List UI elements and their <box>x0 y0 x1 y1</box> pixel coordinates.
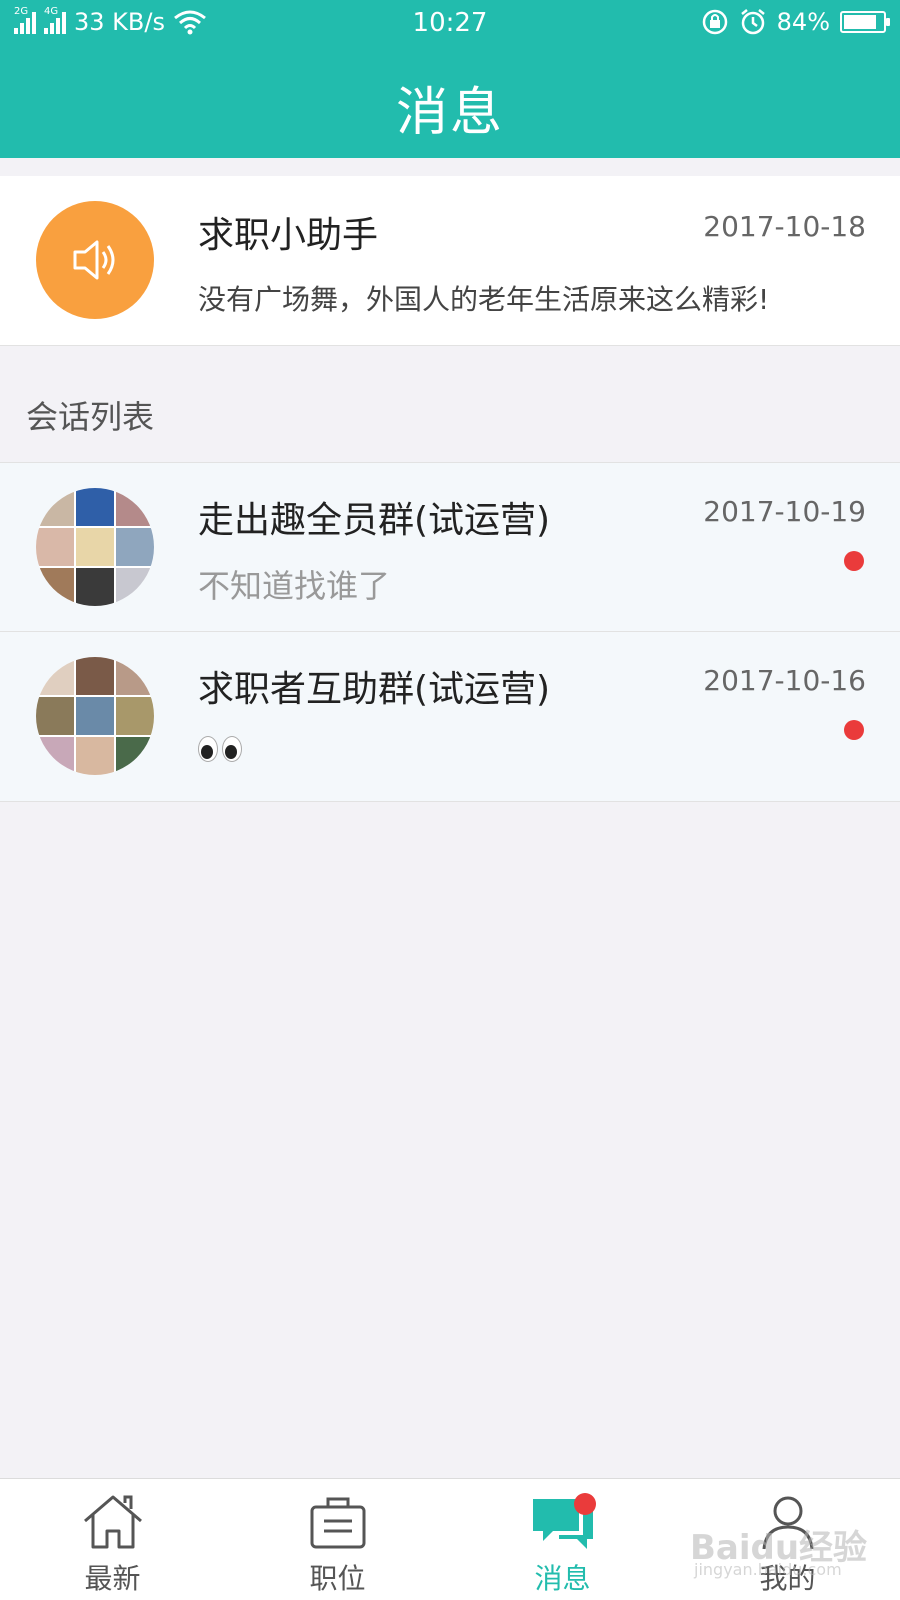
group-avatar <box>36 657 154 775</box>
assistant-date: 2017-10-18 <box>703 210 866 243</box>
group-avatar <box>36 488 154 606</box>
assistant-avatar <box>36 201 154 319</box>
unread-dot <box>844 720 864 740</box>
nav-item-messages[interactable]: 消息 <box>450 1479 675 1600</box>
nav-item-latest[interactable]: 最新 <box>0 1479 225 1600</box>
conversation-name: 求职者互助群(试运营) <box>198 669 551 710</box>
section-label: 会话列表 <box>26 398 155 436</box>
page-title: 消息 <box>395 83 504 143</box>
top-bar: 2G 4G 33 KB/s 10:27 84% 消息 <box>0 0 900 158</box>
message-badge <box>574 1493 596 1515</box>
conversation-date: 2017-10-16 <box>703 664 866 697</box>
nav-label: 职位 <box>309 1562 366 1595</box>
assistant-preview: 没有广场舞，外国人的老年生活原来这么精彩! <box>198 283 770 316</box>
conversation-row[interactable]: 求职者互助群(试运营) 2017-10-16 <box>0 632 900 802</box>
conversation-name: 走出趣全员群(试运营) <box>198 500 551 541</box>
rotation-lock-icon <box>702 9 727 35</box>
alarm-icon <box>740 9 765 35</box>
unread-dot <box>844 551 864 571</box>
status-bar: 2G 4G 33 KB/s 10:27 84% <box>0 0 900 46</box>
watermark-url: jingyan.baidu.com <box>694 1560 842 1579</box>
nav-label: 消息 <box>534 1562 591 1595</box>
home-icon <box>83 1495 142 1549</box>
assistant-name: 求职小助手 <box>198 215 379 256</box>
battery-icon <box>840 11 890 33</box>
conversation-date: 2017-10-19 <box>703 495 866 528</box>
briefcase-icon <box>310 1497 365 1549</box>
conversation-preview: 不知道找谁了 <box>198 567 391 605</box>
battery-percent: 84% <box>776 8 830 36</box>
assistant-row[interactable]: 求职小助手 2017-10-18 没有广场舞，外国人的老年生活原来这么精彩! <box>0 176 900 346</box>
eyes-emoji-icon <box>198 736 242 762</box>
nav-item-jobs[interactable]: 职位 <box>225 1479 450 1600</box>
nav-label: 最新 <box>84 1562 141 1595</box>
conversation-row[interactable]: 走出趣全员群(试运营) 2017-10-19 不知道找谁了 <box>0 462 900 632</box>
speaker-icon <box>73 240 115 280</box>
